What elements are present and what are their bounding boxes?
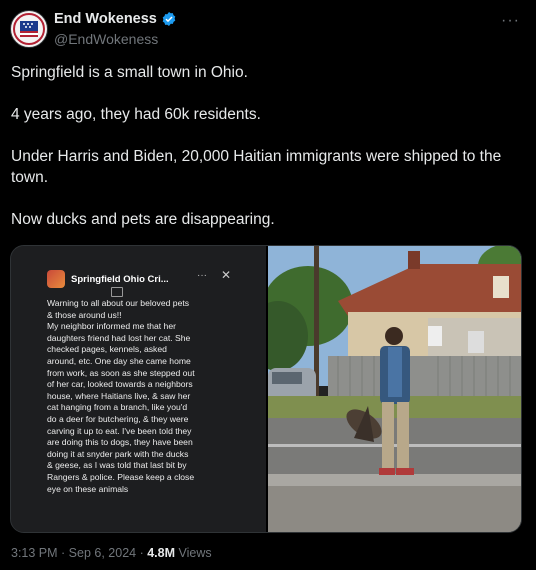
tweet-text: Springfield is a small town in Ohio. 4 y… [11, 62, 523, 251]
group-avatar-icon [47, 270, 65, 288]
fb-line: My neighbor informed me that her [47, 321, 176, 332]
separator: · [136, 546, 148, 560]
tweet-paragraph: 4 years ago, they had 60k residents. [11, 106, 261, 123]
fb-line: do a deer for butchering, & they were [47, 413, 189, 424]
fb-line: house, where Haitians live, & saw her [47, 390, 191, 401]
fb-close-icon: ✕ [221, 268, 232, 282]
fb-line: are doing this to dogs, they have been [47, 437, 193, 448]
tweet-footer: 3:13 PM · Sep 6, 2024 · 4.8M Views [11, 546, 212, 560]
street-scene-image [248, 246, 521, 532]
tweet-paragraph: Springfield is a small town in Ohio. [11, 64, 248, 81]
fb-line: & geese, as I was told that last bit by [47, 460, 187, 471]
views-label: Views [175, 546, 212, 560]
verified-badge-icon [162, 12, 176, 26]
fb-line: checked pages, kennels, asked [47, 344, 167, 355]
tweet-paragraph: Under Harris and Biden, 20,000 Haitian i… [11, 148, 502, 186]
fb-post-body: Warning to all about our beloved pets & … [47, 298, 237, 495]
author-handle[interactable]: @EndWokeness [54, 31, 158, 47]
separator: · [57, 546, 69, 560]
views-count[interactable]: 4.8M [147, 546, 175, 560]
fb-line: carving it up to eat. I've been told the… [47, 425, 192, 436]
tweet-paragraph: Now ducks and pets are disappearing. [11, 211, 275, 228]
fb-line: of her car, looked towards a neighbors [47, 379, 193, 390]
fb-menu-icon: ··· [197, 270, 207, 281]
fb-line: cat hanging from a branch, like you'd [47, 402, 188, 413]
fb-line: around, etc. One day she came home [47, 355, 191, 366]
fb-visibility-icon [111, 287, 123, 297]
tweet-header: End Wokeness @EndWokeness ··· [10, 10, 526, 50]
street-photo[interactable] [248, 246, 521, 532]
author-avatar[interactable] [10, 10, 48, 48]
patriot-emblem-icon [12, 12, 46, 46]
fb-line: Rangers & police. Please keep a close [47, 471, 195, 482]
fb-post-header: Springfield Ohio Cri... ··· ✕ [47, 268, 247, 288]
fb-line: Warning to all about our beloved pets [47, 298, 190, 308]
fb-line: doing it at snyder park with the ducks [47, 448, 189, 459]
tweet-time[interactable]: 3:13 PM [11, 546, 58, 560]
tweet-date[interactable]: Sep 6, 2024 [69, 546, 136, 560]
fb-line: daughters friend had lost her cat. She [47, 332, 191, 343]
tweet-media[interactable]: Springfield Ohio Cri... ··· ✕ Warning to… [10, 245, 522, 533]
fb-line: from work, as soon as she stepped out [47, 367, 195, 378]
fb-group-name: Springfield Ohio Cri... [71, 273, 169, 285]
fb-line: eye on these animals [47, 483, 129, 494]
facebook-post-screenshot[interactable]: Springfield Ohio Cri... ··· ✕ Warning to… [11, 246, 266, 532]
author-name-line: End Wokeness [54, 11, 177, 27]
more-options-icon[interactable]: ··· [501, 12, 520, 30]
author-display-name[interactable]: End Wokeness [54, 11, 157, 27]
fb-line: & those around us!! [47, 309, 122, 320]
